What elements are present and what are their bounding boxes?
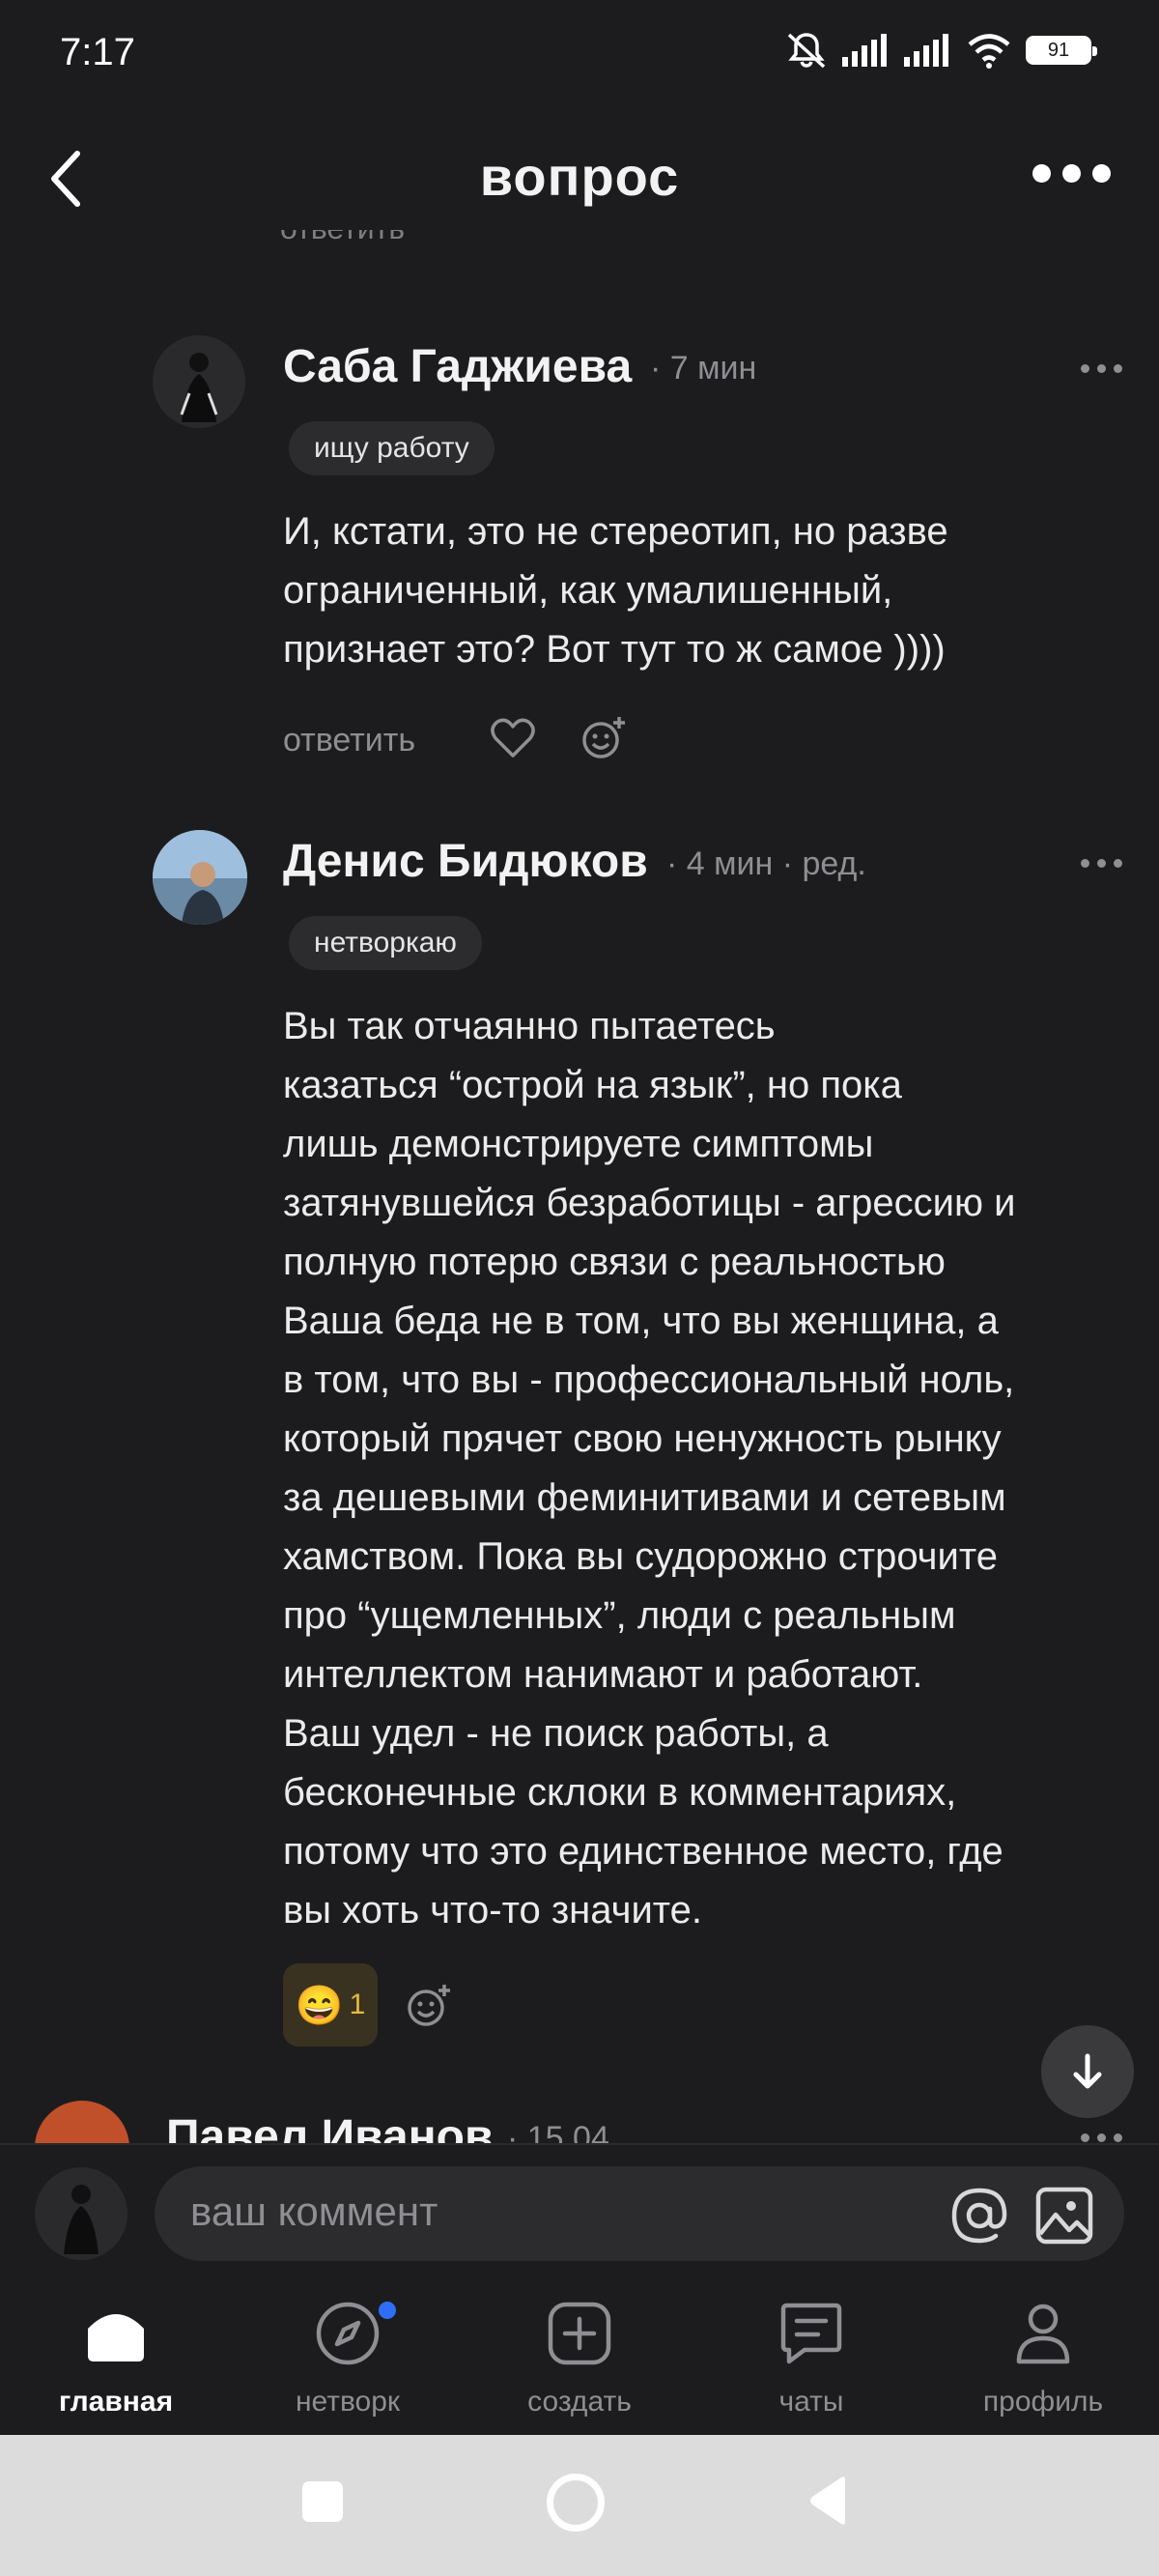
compass-icon	[316, 2302, 380, 2365]
comment-line: Ваш удел - не поиск работы, а	[283, 1712, 829, 1755]
comment-author[interactable]: Саба Гаджиева	[283, 340, 632, 393]
comment-author[interactable]: Денис Бидюков	[283, 835, 648, 888]
comment-meta: · 4 мин · ред.	[666, 845, 866, 882]
plus-square-icon	[548, 2302, 611, 2365]
mention-icon[interactable]	[949, 2186, 1009, 2246]
status-time: 7:17	[60, 31, 135, 73]
avatar[interactable]	[153, 830, 247, 925]
image-attach-icon[interactable]	[1034, 2186, 1094, 2246]
comment-options-button[interactable]	[1081, 364, 1122, 373]
avatar-photo	[180, 353, 218, 422]
status-icons: 91	[784, 31, 1097, 70]
comment-options-button[interactable]	[1081, 2133, 1122, 2142]
comment-line: который прячет свою ненужность рынку	[283, 1417, 1002, 1460]
user-status-tag: ищу работу	[289, 421, 495, 475]
wifi-icon	[968, 34, 1010, 69]
comment-line: Ваша беда не в том, что вы женщина, а	[283, 1300, 999, 1342]
arrow-down-icon	[1073, 2053, 1102, 2089]
tab-label: чаты	[778, 2386, 844, 2418]
tab-home[interactable]: главная	[19, 2300, 212, 2419]
comment-line: потому что это единственное место, где	[283, 1830, 1004, 1873]
home-nav-button[interactable]	[547, 2474, 605, 2532]
comment-line: вы хоть что-то значите.	[283, 1889, 703, 1932]
more-options-button[interactable]	[1032, 164, 1111, 183]
comment-line: полную потерю связи с реальностью	[283, 1241, 946, 1283]
battery-indicator: 91	[1026, 36, 1097, 65]
avatar-photo	[153, 830, 247, 925]
tab-label: нетворк	[295, 2386, 401, 2418]
reply-button[interactable]: ответить	[283, 722, 415, 759]
tab-label: профиль	[982, 2386, 1104, 2418]
like-heart-icon[interactable]	[490, 717, 536, 759]
tab-label: главная	[58, 2386, 174, 2418]
tab-network[interactable]: нетворк	[251, 2300, 444, 2419]
add-reaction-icon[interactable]	[406, 1983, 452, 2029]
tab-profile[interactable]: профиль	[947, 2300, 1140, 2419]
comment-line: про “ущемленных”, люди с реальным	[283, 1594, 956, 1637]
comment-options-button[interactable]	[1081, 859, 1122, 868]
mute-icon	[787, 33, 826, 69]
chat-icon	[780, 2303, 842, 2364]
comment-author[interactable]: Павел Иванов	[166, 2110, 493, 2143]
comment-line: за дешевыми феминитивами и сетевым	[283, 1476, 1006, 1519]
comment-line: казаться “острой на язык”, но пока	[283, 1064, 902, 1106]
avatar[interactable]	[153, 335, 245, 428]
user-status-tag: нетворкаю	[289, 916, 482, 970]
comment-text: И, кстати, это не стереотип, но разве ог…	[283, 502, 1159, 679]
reaction-count: 1	[349, 1989, 366, 2020]
comment-meta: · 7 мин	[650, 350, 757, 386]
home-icon	[88, 2314, 144, 2361]
comment-line: бесконечные склоки в комментариях,	[283, 1771, 957, 1814]
signal-icon	[842, 34, 887, 67]
comment-meta: · 15.04	[507, 2120, 609, 2143]
signal-icon-2	[904, 34, 948, 67]
own-avatar	[35, 2167, 127, 2260]
reaction-pill[interactable]: 😄 1	[283, 1963, 378, 2046]
tab-label: создать	[527, 2386, 632, 2418]
comment-line: ограниченный, как умалишенный,	[283, 569, 893, 612]
comment-line: хамством. Пока вы судорожно строчите	[283, 1535, 998, 1578]
scroll-down-button[interactable]	[1041, 2025, 1134, 2118]
previous-comment-actions: ответить	[280, 230, 666, 265]
add-reaction-icon[interactable]	[580, 715, 627, 761]
recents-button[interactable]	[302, 2481, 343, 2522]
comment-input-placeholder[interactable]: ваш коммент	[190, 2189, 438, 2235]
page-title: вопрос	[479, 146, 680, 207]
tab-chats[interactable]: чаты	[715, 2300, 908, 2419]
comment-line: в том, что вы - профессиональный ноль,	[283, 1359, 1015, 1401]
tab-create[interactable]: создать	[483, 2300, 676, 2419]
back-nav-button[interactable]	[806, 2476, 849, 2526]
avatar-photo	[64, 2185, 99, 2254]
comment-line: затянувшейся безработицы - агрессию и	[283, 1182, 1016, 1224]
comment-line: лишь демонстрируете симптомы	[283, 1123, 874, 1165]
notification-badge	[379, 2302, 396, 2319]
comment-line: интеллектом нанимают и работают.	[283, 1653, 923, 1696]
user-icon	[1016, 2304, 1070, 2364]
avatar[interactable]	[35, 2101, 129, 2143]
comment-line: И, кстати, это не стереотип, но разве	[283, 510, 948, 553]
comment-text: Вы так отчаянно пытаетесь казаться “остр…	[283, 997, 1159, 1940]
comment-line: признает это? Вот тут то ж самое ))))	[283, 628, 946, 671]
next-comment-preview: Павел Иванов · 15.04	[0, 2087, 1159, 2143]
comment-line: Вы так отчаянно пытаетесь	[283, 1005, 776, 1047]
laughing-emoji-icon: 😄	[295, 1984, 344, 2027]
reply-link[interactable]: ответить	[280, 230, 666, 246]
